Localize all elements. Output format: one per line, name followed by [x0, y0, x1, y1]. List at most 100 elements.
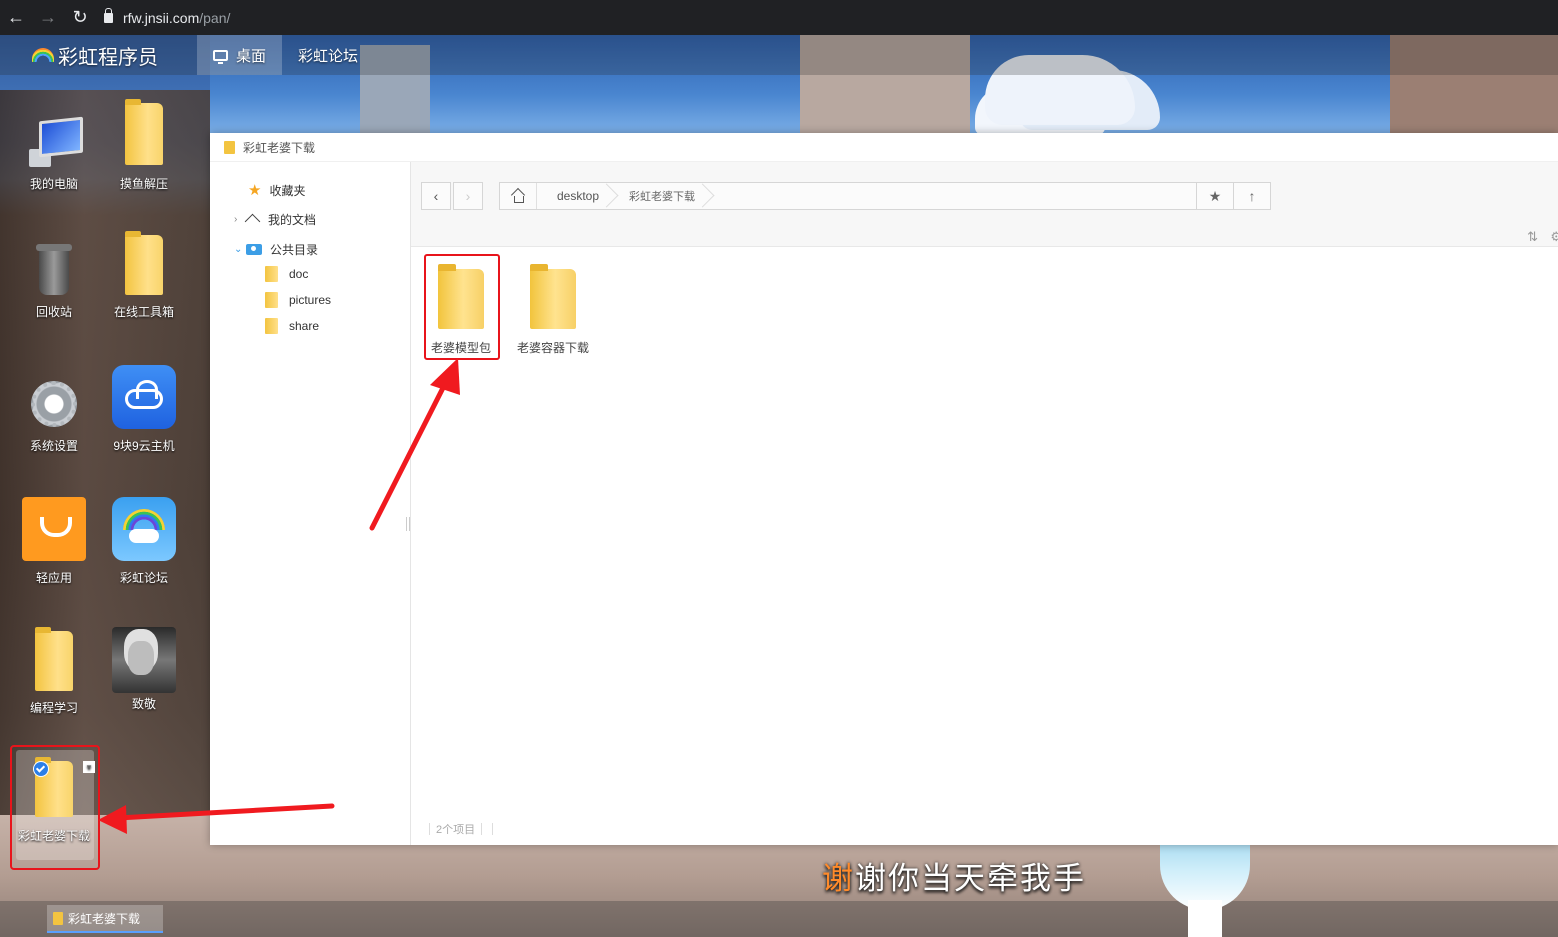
address-bar[interactable]: rfw.jnsii.com/pan/ — [104, 7, 231, 26]
rainbow-icon — [112, 497, 176, 561]
brand-logo[interactable]: 彩虹程序员 — [32, 41, 197, 70]
file-list: 老婆模型包 老婆容器下载 — [411, 247, 1558, 817]
item-count: 2个项目 — [436, 824, 476, 836]
folder-icon — [530, 264, 576, 329]
folder-icon — [115, 231, 173, 299]
brand-name: 彩虹程序员 — [58, 46, 158, 69]
desktop-icon-recycle-bin[interactable]: 回收站 — [14, 241, 94, 320]
sidebar-item-share[interactable]: share — [265, 318, 319, 334]
desktop-icon-label: 致敬 — [131, 697, 156, 711]
top-menu-bar: 彩虹程序员 桌面 彩虹论坛 — [0, 35, 1558, 75]
arrow-left-icon: ← — [7, 7, 25, 27]
desktop-icon-folder[interactable]: 在线工具箱 — [104, 231, 184, 320]
taskbar-item-label: 彩虹老婆下载 — [68, 911, 141, 926]
desktop-icon-cloud-host[interactable]: 9块9云主机 — [104, 365, 184, 454]
computer-icon — [25, 113, 83, 171]
star-icon: ★ — [248, 182, 262, 199]
url-path: /pan/ — [199, 9, 231, 26]
desktop-icon-label: 系统设置 — [29, 439, 78, 453]
chevron-left-icon: ‹ — [433, 188, 439, 204]
favorite-button[interactable]: ★ — [1196, 183, 1233, 209]
chevron-right-icon[interactable]: › — [234, 214, 246, 225]
path-bar[interactable]: desktop 彩虹老婆下载 ★ ↑ — [499, 182, 1271, 210]
sidebar-item-public[interactable]: ⌄ 公共目录 — [234, 241, 318, 258]
reload-icon: ↻ — [72, 7, 88, 27]
menu-item-desktop[interactable]: 桌面 — [197, 35, 283, 75]
annotation-box-file — [424, 254, 500, 360]
breadcrumb-label: 彩虹老婆下载 — [629, 191, 696, 203]
shared-folder-icon — [246, 244, 262, 255]
home-icon — [511, 190, 525, 203]
explorer-sidebar: ★ 收藏夹 › 我的文档 ⌄ 公共目录 doc pictures share — [210, 162, 411, 845]
cloud-icon — [112, 365, 176, 429]
folder-icon — [224, 140, 235, 154]
breadcrumb-item[interactable]: desktop — [537, 183, 609, 209]
desktop-icon-label: 回收站 — [35, 305, 72, 319]
monitor-icon — [213, 49, 228, 64]
folder-icon — [115, 99, 173, 171]
status-bar: 2个项目 — [423, 821, 499, 837]
desktop-icon-label: 编程学习 — [29, 701, 78, 715]
desktop-icon-folder[interactable]: 编程学习 — [14, 627, 94, 716]
portrait-icon — [112, 627, 176, 693]
sidebar-item-label: doc — [289, 267, 309, 281]
sidebar-item-favorites[interactable]: ★ 收藏夹 — [248, 181, 305, 199]
browser-toolbar: ← → ↻ rfw.jnsii.com/pan/ — [0, 0, 1558, 35]
menu-item-label: 桌面 — [236, 47, 267, 65]
sidebar-item-my-documents[interactable]: › 我的文档 — [234, 211, 316, 228]
arrow-up-icon: ↑ — [1248, 188, 1256, 204]
menu-item-forum[interactable]: 彩虹论坛 — [282, 35, 374, 75]
gear-icon — [25, 375, 83, 433]
sidebar-item-doc[interactable]: doc — [265, 266, 308, 282]
breadcrumb-item[interactable]: 彩虹老婆下载 — [609, 183, 705, 209]
taskbar-item[interactable]: 彩虹老婆下载 — [47, 905, 163, 933]
desktop-icon-label: 我的电脑 — [29, 177, 78, 191]
sidebar-item-label: share — [289, 319, 320, 333]
desktop-icon-my-computer[interactable]: 我的电脑 — [14, 113, 94, 192]
window-titlebar[interactable]: 彩虹老婆下载 — [210, 133, 1558, 162]
home-button[interactable] — [500, 183, 537, 209]
star-icon: ★ — [1208, 187, 1222, 204]
chevron-down-icon[interactable]: ⌄ — [234, 244, 246, 255]
desktop: 彩虹程序员 桌面 彩虹论坛 我的电脑 摸鱼解压 回收站 在线工具箱 系统设置 9… — [0, 35, 1558, 937]
desktop-icon-label: 在线工具箱 — [113, 305, 174, 319]
window-title: 彩虹老婆下载 — [243, 140, 316, 155]
rainbow-icon — [32, 48, 54, 62]
file-item-label: 老婆容器下载 — [516, 341, 589, 355]
trash-icon — [25, 241, 83, 299]
forward-button[interactable]: › — [453, 182, 483, 210]
forward-button[interactable]: → — [32, 0, 64, 35]
desktop-icon-label: 轻应用 — [35, 571, 72, 585]
sort-icon[interactable]: ⇅ — [1527, 229, 1538, 245]
sidebar-item-label: 我的文档 — [268, 213, 317, 227]
desktop-icon-label: 彩虹论坛 — [119, 571, 168, 585]
lyrics-highlight: 谢 — [822, 861, 855, 897]
chevron-right-icon: › — [465, 188, 471, 204]
menu-item-label: 彩虹论坛 — [298, 47, 359, 65]
desktop-icon-settings[interactable]: 系统设置 — [14, 375, 94, 454]
desktop-icon-label: 9块9云主机 — [113, 439, 175, 453]
back-button[interactable]: ‹ — [421, 182, 451, 210]
desktop-icon-folder[interactable]: 摸鱼解压 — [104, 99, 184, 192]
back-button[interactable]: ← — [0, 0, 32, 35]
desktop-icon-tribute[interactable]: 致敬 — [104, 627, 184, 712]
sidebar-item-label: 公共目录 — [270, 243, 319, 257]
up-level-button[interactable]: ↑ — [1233, 183, 1270, 209]
lyrics-subtitle: 谢谢你当天牵我手 — [822, 853, 1086, 898]
reload-button[interactable]: ↻ — [64, 0, 96, 35]
annotation-box-desktop-folder — [10, 745, 100, 870]
folder-icon — [265, 266, 278, 282]
lyrics-text: 谢你当天牵我手 — [855, 861, 1086, 897]
desktop-icon-forum[interactable]: 彩虹论坛 — [104, 497, 184, 586]
sidebar-item-pictures[interactable]: pictures — [265, 292, 331, 308]
folder-icon — [265, 292, 278, 308]
desktop-icon-label: 摸鱼解压 — [119, 177, 168, 191]
home-icon — [246, 214, 258, 226]
sidebar-item-label: pictures — [289, 293, 332, 307]
file-item-folder[interactable]: 老婆容器下载 — [513, 264, 593, 356]
settings-icon[interactable]: ⚙ — [1550, 229, 1558, 245]
folder-icon — [25, 627, 83, 695]
explorer-toolbar: ‹ › desktop 彩虹老婆下载 ★ ↑ ⇅ ⚙ — [411, 162, 1558, 247]
sidebar-resize-handle[interactable] — [406, 517, 410, 531]
desktop-icon-light-app[interactable]: 轻应用 — [14, 497, 94, 586]
